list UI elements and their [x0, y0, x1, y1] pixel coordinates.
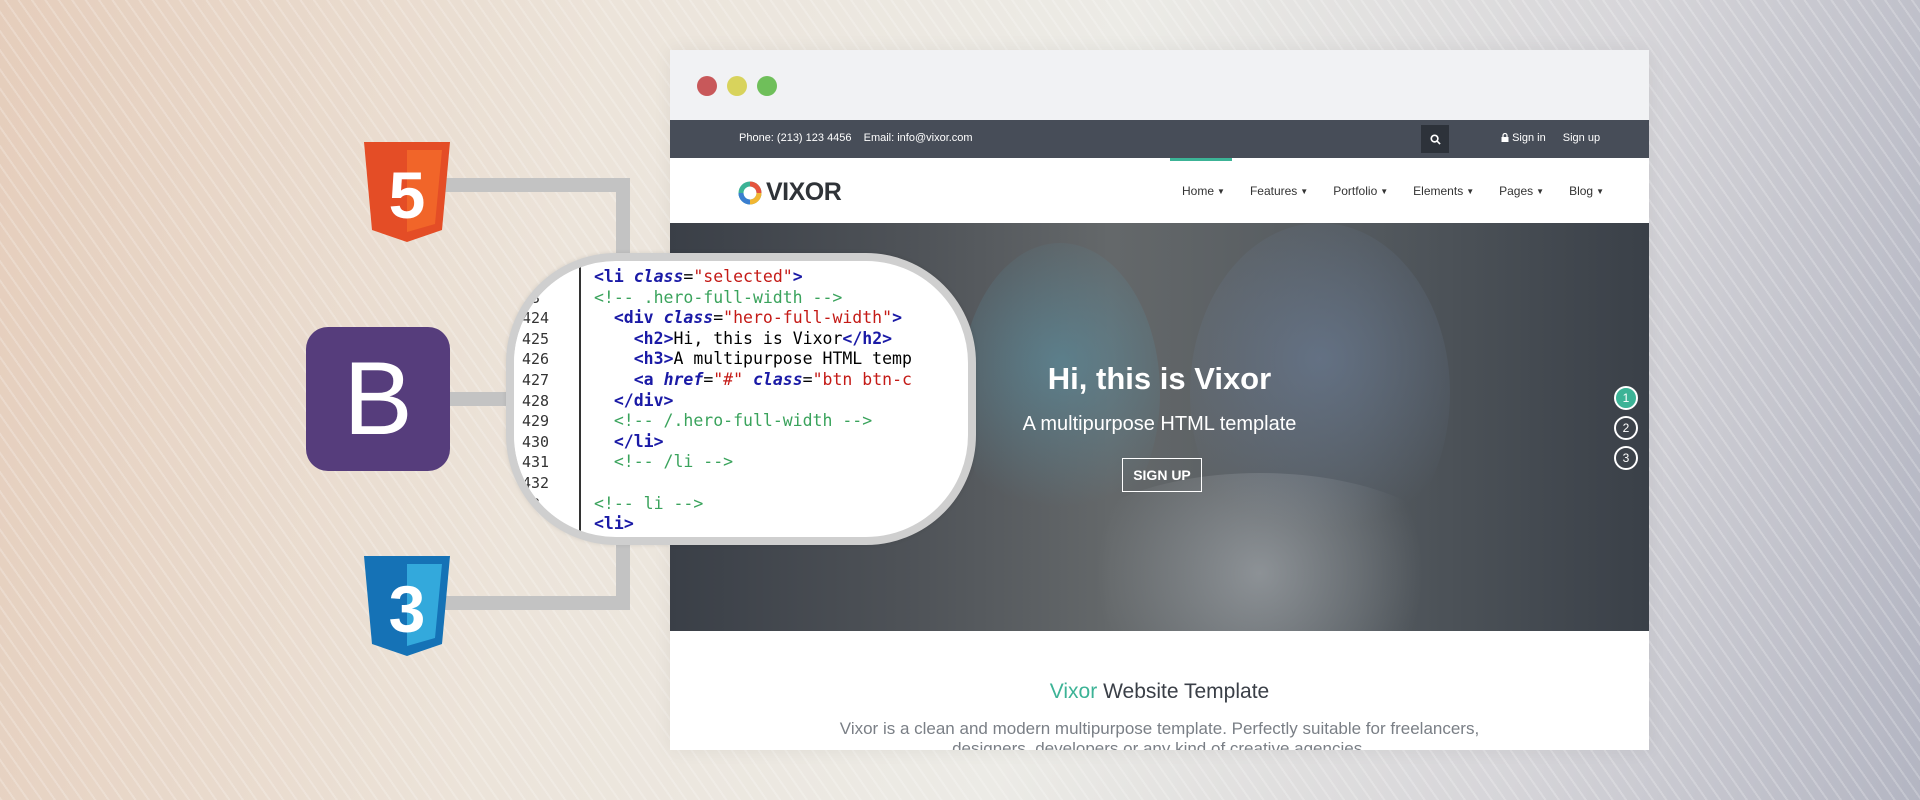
site-topbar: Phone: (213) 123 4456 Email: info@vixor.… — [670, 120, 1649, 158]
connector-css — [440, 596, 630, 610]
auth-links: Sign in Sign up — [1501, 132, 1607, 144]
main-menu: Home ▼ Features ▼ Portfolio ▼ Elements ▼ Pag… — [1182, 184, 1604, 198]
intro-text: Vixor is a clean and modern multipurpose… — [839, 719, 1480, 750]
code-text: <li class="selected"> — [594, 267, 803, 286]
code-text: <!-- /li --> — [613, 452, 734, 472]
menu-label: Blog — [1569, 184, 1594, 198]
code-text: <h2>Hi, this is Vixor</h2> — [633, 328, 893, 348]
search-icon — [1429, 133, 1441, 145]
svg-text:5: 5 — [389, 158, 426, 232]
svg-text:3: 3 — [389, 572, 426, 646]
line-number: 426 — [522, 350, 550, 369]
menu-label: Pages — [1499, 184, 1534, 198]
slide-2-button[interactable]: 2 — [1614, 416, 1638, 440]
menu-label: Home — [1182, 184, 1215, 198]
chevron-down-icon: ▼ — [1300, 186, 1309, 196]
line-number: 428 — [522, 391, 550, 410]
chevron-down-icon: ▼ — [1536, 186, 1545, 196]
menu-item-blog[interactable]: Blog ▼ — [1569, 184, 1604, 198]
line-number: 424 — [522, 309, 550, 328]
css3-icon: 3 — [364, 556, 450, 656]
intro-heading: Vixor Website Template — [670, 680, 1649, 704]
code-text: <div class="hero-full-width"> — [613, 308, 902, 328]
menu-label: Portfolio — [1333, 184, 1378, 198]
minimize-window-button[interactable] — [727, 76, 747, 96]
bootstrap-icon: B — [306, 327, 450, 471]
code-magnifier: <li class="selected"> 23 <!-- .hero-full-w… — [506, 253, 976, 545]
code-text: <h3>A multipurpose HTML temp — [633, 349, 912, 369]
line-number: 427 — [522, 370, 550, 389]
code-text: </li> — [613, 431, 664, 451]
phone-text: Phone: (213) 123 4456 — [739, 132, 852, 144]
close-window-button[interactable] — [697, 76, 717, 96]
brand-logo[interactable]: VIXOR — [738, 178, 842, 207]
intro-heading-accent: Vixor — [1049, 680, 1098, 703]
sign-in-link[interactable]: Sign in — [1501, 132, 1556, 144]
sign-up-link[interactable]: Sign up — [1563, 132, 1600, 144]
menu-item-portfolio[interactable]: Portfolio ▼ — [1333, 184, 1388, 198]
code-text: </div> — [613, 390, 674, 410]
search-button[interactable] — [1421, 125, 1449, 153]
menu-item-elements[interactable]: Elements ▼ — [1413, 184, 1474, 198]
line-number: 431 — [522, 453, 550, 472]
brand-name: VIXOR — [766, 178, 842, 206]
slide-1-button[interactable]: 1 — [1614, 386, 1638, 410]
menu-item-features[interactable]: Features ▼ — [1250, 184, 1308, 198]
menu-item-pages[interactable]: Pages ▼ — [1499, 184, 1544, 198]
connector-bootstrap — [450, 392, 510, 406]
menu-item-home[interactable]: Home ▼ — [1182, 184, 1225, 198]
chevron-down-icon: ▼ — [1596, 186, 1605, 196]
menu-label: Features — [1249, 184, 1298, 198]
line-number: 425 — [522, 329, 550, 348]
menu-label: Elements — [1413, 184, 1464, 198]
slide-3-button[interactable]: 3 — [1614, 446, 1638, 470]
line-number: 432 — [522, 473, 550, 492]
sign-in-label: Sign in — [1512, 132, 1546, 144]
chevron-down-icon: ▼ — [1217, 186, 1225, 196]
browser-titlebar — [670, 50, 1649, 120]
maximize-window-button[interactable] — [757, 76, 777, 96]
email-link[interactable]: Email: info@vixor.com — [864, 132, 973, 144]
connector-html — [440, 178, 630, 192]
line-number: 430 — [522, 432, 550, 451]
line-number: 429 — [522, 412, 550, 431]
active-nav-indicator — [1170, 158, 1232, 161]
site-navbar: VIXOR Home ▼ Features ▼ Portfolio ▼ Element… — [670, 158, 1649, 224]
intro-heading-rest: Website Template — [1097, 680, 1270, 703]
html5-icon: 5 — [364, 142, 450, 242]
code-text: <a href="#" class="btn btn-c — [633, 369, 912, 389]
code-text: <li> — [594, 514, 634, 534]
chevron-down-icon: ▼ — [1380, 186, 1389, 196]
contact-info: Phone: (213) 123 4456 Email: info@vixor.… — [739, 132, 982, 144]
hero-signup-button[interactable]: SIGN UP — [1122, 458, 1202, 492]
code-text: <!-- /.hero-full-width --> — [613, 411, 873, 431]
line-number: 23 — [522, 288, 541, 307]
code-text: <!-- li --> — [594, 493, 704, 513]
code-text: <!-- .hero-full-width --> — [594, 287, 843, 307]
ring-logo-icon — [738, 181, 762, 204]
lock-icon — [1501, 132, 1509, 142]
bootstrap-letter: B — [343, 341, 413, 457]
chevron-down-icon: ▼ — [1466, 186, 1475, 196]
line-number: 33 — [522, 494, 541, 513]
